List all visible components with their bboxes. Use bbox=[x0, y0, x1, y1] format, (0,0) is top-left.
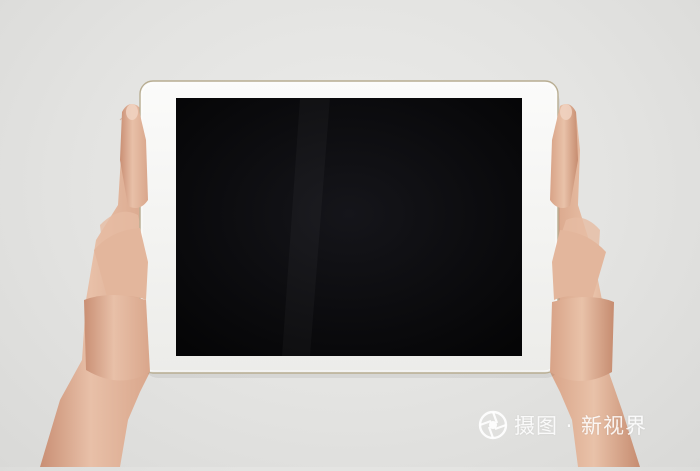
scene-illustration bbox=[40, 80, 640, 468]
photo-scene bbox=[0, 0, 700, 468]
left-thumb bbox=[84, 104, 150, 381]
watermark: 摄图 · 新视界 bbox=[478, 408, 647, 442]
right-thumb bbox=[550, 104, 614, 381]
tablet bbox=[139, 80, 559, 374]
camera-aperture-logo-icon bbox=[478, 410, 508, 440]
tablet-screen bbox=[176, 98, 522, 356]
watermark-text: 摄图 · 新视界 bbox=[514, 414, 648, 438]
